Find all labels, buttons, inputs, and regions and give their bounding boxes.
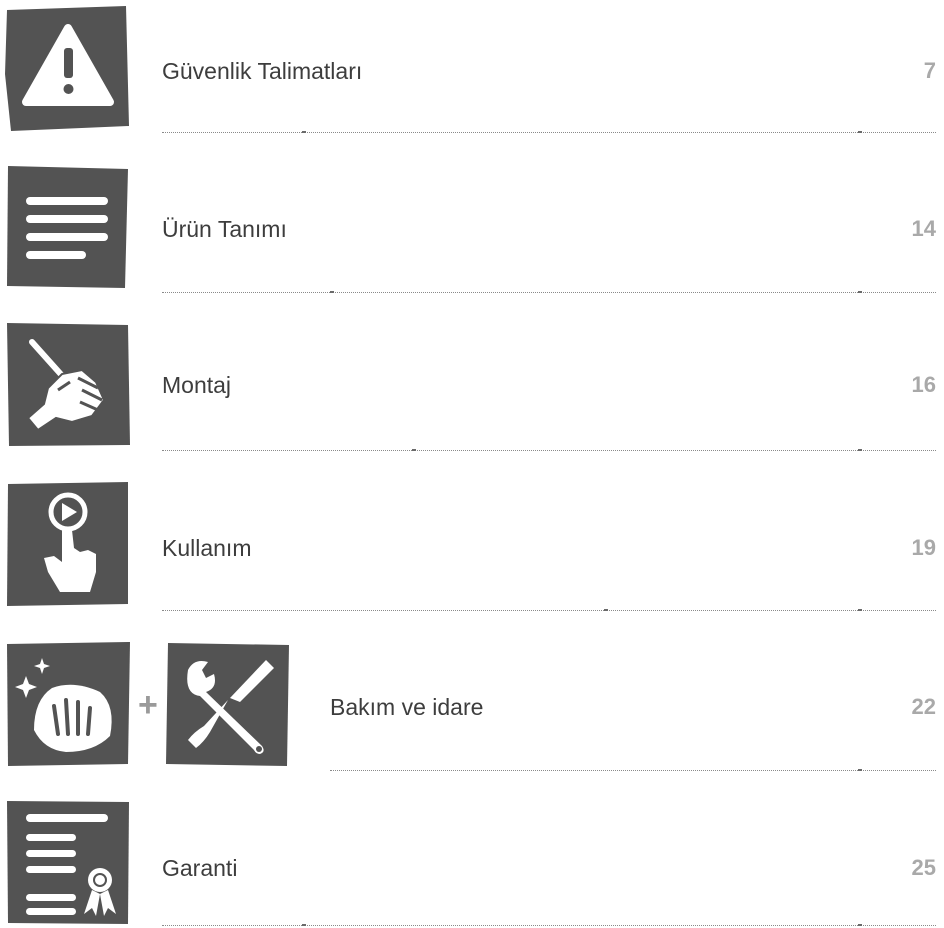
hand-screwdriver-icon: [4, 320, 132, 448]
dotted-divider: [162, 925, 936, 926]
divider-tick: [604, 609, 608, 611]
divider-tick: [412, 449, 416, 451]
hand-play-button-icon: [4, 480, 132, 608]
toc-title: Güvenlik Talimatları: [162, 58, 363, 84]
toc-page-number: 14: [911, 216, 936, 241]
dotted-divider: [162, 610, 936, 611]
toc-entry-usage[interactable]: Kullanım 19: [0, 478, 944, 628]
toc-entry-warranty[interactable]: Garanti 25: [0, 796, 944, 928]
divider-tick: [302, 924, 306, 926]
toc-title: Garanti: [162, 855, 238, 881]
toc-page-number: 22: [911, 694, 936, 719]
divider-tick: [858, 291, 862, 293]
warning-icon: [4, 4, 132, 132]
toc-page-number: 7: [923, 58, 936, 83]
toc-title: Kullanım: [162, 535, 252, 561]
toc-entry-assembly[interactable]: Montaj 16: [0, 318, 944, 468]
dotted-divider: [162, 292, 936, 293]
toc-title: Montaj: [162, 372, 232, 398]
divider-tick: [858, 131, 862, 133]
wrench-screwdriver-icon: [164, 640, 292, 768]
certificate-icon: [4, 798, 132, 926]
toc-page-number: 16: [911, 372, 936, 397]
divider-tick: [858, 609, 862, 611]
toc-title: Ürün Tanımı: [162, 216, 287, 242]
toc-page-number: 19: [911, 535, 936, 560]
cleaning-hand-icon: [4, 640, 132, 768]
divider-tick: [858, 449, 862, 451]
divider-tick: [858, 769, 862, 771]
document-lines-icon: [4, 162, 132, 290]
dotted-divider: [162, 450, 936, 451]
toc-entry-product-description[interactable]: Ürün Tanımı 14: [0, 160, 944, 310]
plus-sign: +: [138, 686, 158, 724]
toc-entry-maintenance[interactable]: + Bakım ve idare 22: [0, 638, 944, 788]
dotted-divider: [162, 132, 936, 133]
toc-title: Bakım ve idare: [330, 694, 484, 720]
divider-tick: [302, 131, 306, 133]
divider-tick: [330, 291, 334, 293]
divider-tick: [858, 924, 862, 926]
toc-page-number: 25: [911, 855, 936, 880]
toc-entry-safety[interactable]: Güvenlik Talimatları 7: [0, 0, 944, 150]
dotted-divider: [330, 770, 936, 771]
